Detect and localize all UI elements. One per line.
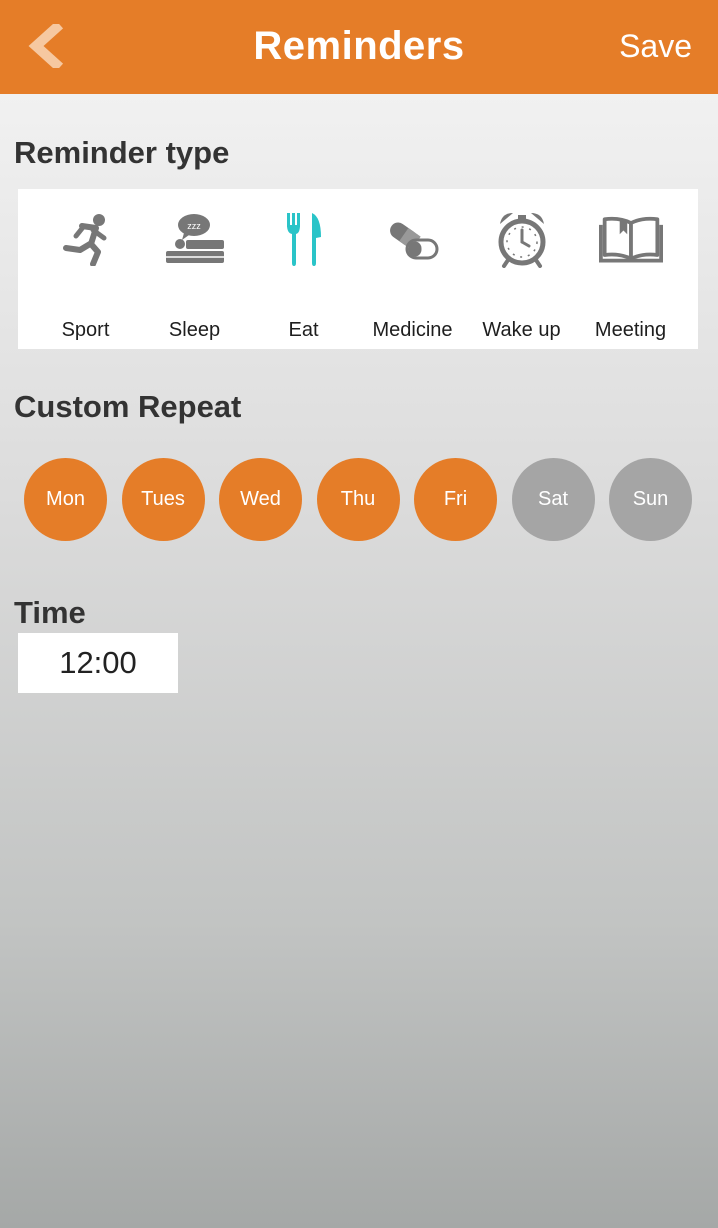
reminder-type-label: Sport bbox=[61, 319, 110, 341]
custom-repeat-heading: Custom Repeat bbox=[14, 389, 242, 424]
app-header: Reminders Save bbox=[0, 0, 718, 94]
day-toggle-mon[interactable]: Mon bbox=[24, 458, 107, 541]
running-person-icon bbox=[54, 209, 118, 269]
svg-text:zzz: zzz bbox=[187, 221, 201, 231]
reminder-type-heading: Reminder type bbox=[14, 135, 230, 170]
alarm-clock-icon bbox=[490, 209, 554, 269]
time-heading: Time bbox=[14, 595, 86, 630]
reminder-type-eat[interactable]: Eat bbox=[249, 189, 358, 349]
time-picker[interactable]: 12:00 bbox=[18, 633, 178, 693]
day-toggle-sat[interactable]: Sat bbox=[511, 458, 595, 541]
sleep-bed-icon: zzz bbox=[163, 209, 227, 269]
reminder-type-meeting[interactable]: Meeting bbox=[576, 189, 685, 349]
reminder-type-sleep[interactable]: zzz Sleep bbox=[140, 189, 249, 349]
reminder-type-wake-up[interactable]: Wake up bbox=[467, 189, 576, 349]
day-toggle-thu[interactable]: Thu bbox=[316, 458, 400, 541]
reminder-type-label: Meeting bbox=[594, 319, 667, 341]
pill-capsule-icon bbox=[381, 209, 445, 269]
reminder-type-sport[interactable]: Sport bbox=[31, 189, 140, 349]
fork-knife-icon bbox=[272, 209, 336, 269]
reminder-type-panel: Sport zzz Sleep Eat Medicine Wake up Mee… bbox=[18, 189, 698, 349]
day-toggle-tues[interactable]: Tues bbox=[121, 458, 205, 541]
reminder-type-label: Eat bbox=[288, 319, 319, 341]
open-book-icon bbox=[598, 209, 663, 269]
save-button[interactable]: Save bbox=[619, 28, 692, 65]
reminder-type-label: Sleep bbox=[168, 319, 221, 341]
page-title: Reminders bbox=[253, 24, 465, 68]
day-toggle-sun[interactable]: Sun bbox=[609, 458, 692, 541]
reminder-type-label: Wake up bbox=[482, 319, 561, 341]
day-toggle-fri[interactable]: Fri bbox=[414, 458, 497, 541]
reminder-type-label: Medicine bbox=[372, 319, 453, 341]
day-selector: Mon Tues Wed Thu Fri Sat Sun bbox=[24, 458, 694, 542]
reminder-type-medicine[interactable]: Medicine bbox=[358, 189, 467, 349]
day-toggle-wed[interactable]: Wed bbox=[219, 458, 302, 541]
